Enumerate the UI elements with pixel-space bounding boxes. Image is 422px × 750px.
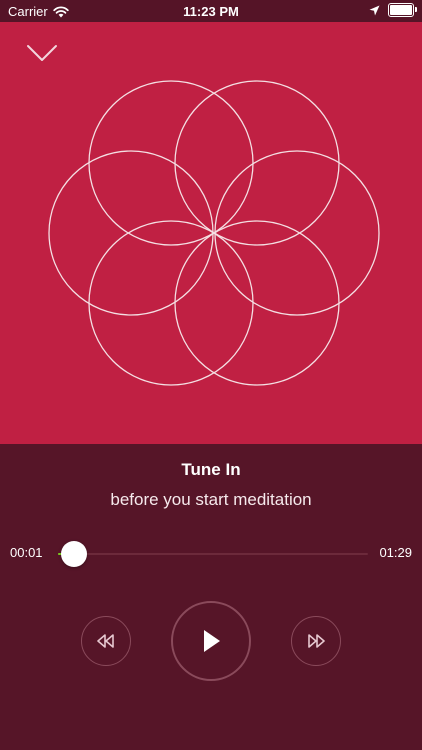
status-bar: Carrier 11:23 PM: [0, 0, 422, 22]
rewind-icon: [97, 634, 114, 648]
track-subtitle: before you start meditation: [110, 490, 312, 509]
battery-icon: [388, 3, 417, 17]
status-right: [369, 3, 417, 17]
play-button[interactable]: [171, 601, 251, 681]
flower-of-life-icon: [48, 80, 380, 386]
track-title: Tune In: [181, 460, 241, 479]
elapsed-time: 00:01: [10, 545, 43, 560]
progress-track[interactable]: [58, 553, 368, 555]
artwork-panel: [0, 22, 422, 444]
play-icon: [204, 630, 220, 652]
battery-fill: [390, 5, 412, 15]
fast-forward-icon: [308, 634, 325, 648]
status-time: 11:23 PM: [183, 4, 239, 19]
rewind-button[interactable]: [81, 616, 131, 666]
progress-thumb[interactable]: [60, 541, 87, 567]
fast-forward-button[interactable]: [291, 616, 341, 666]
total-time: 01:29: [379, 545, 412, 560]
location-icon: [369, 5, 380, 15]
